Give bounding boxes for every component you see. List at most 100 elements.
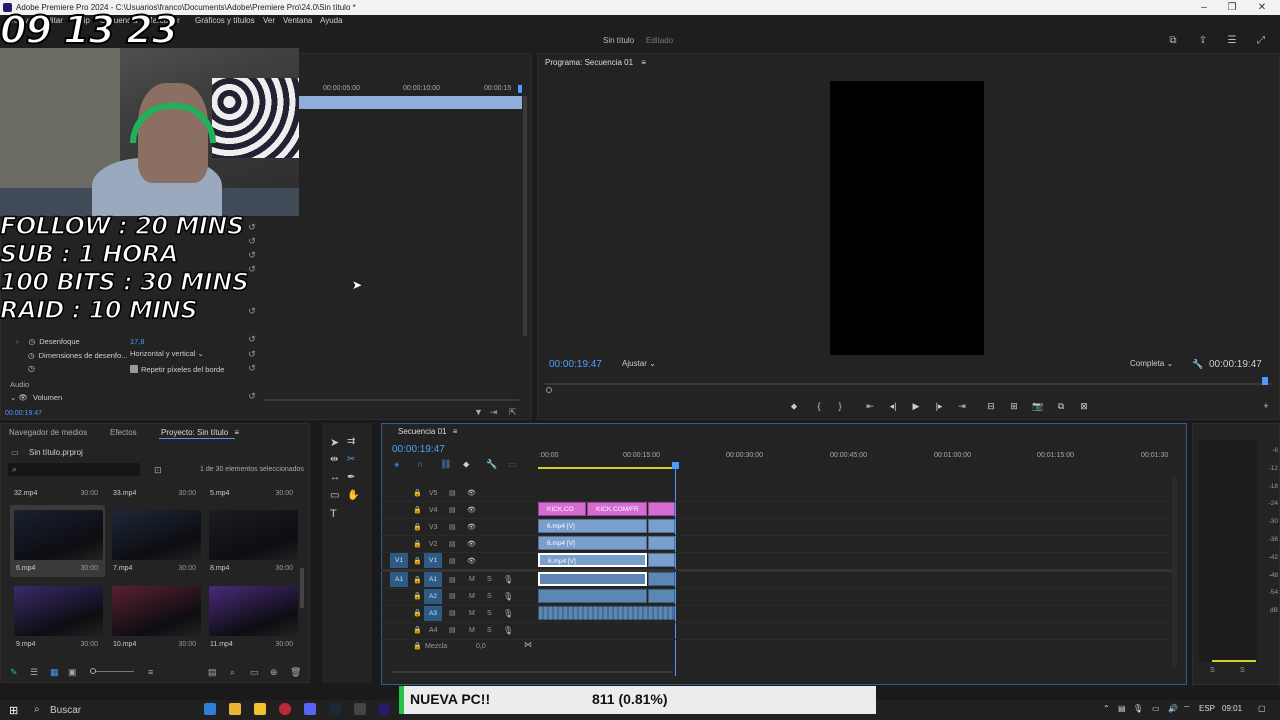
new-item-icon[interactable]: ⊕ — [270, 667, 278, 678]
selection-tool-icon[interactable]: ➤ — [330, 436, 339, 449]
resolution-dropdown[interactable]: Completa ⌄ — [1130, 359, 1173, 368]
project-item-thumbnail[interactable] — [14, 586, 103, 636]
clip-v4-end[interactable] — [648, 502, 675, 516]
clip-v1[interactable]: 6.mp4 [V] — [538, 553, 647, 567]
project-item-thumbnail[interactable] — [112, 510, 201, 560]
source-patch-v1[interactable]: V1 — [390, 553, 408, 568]
program-monitor-tab[interactable]: Programa: Secuencia 01 ≡ — [545, 58, 646, 67]
list-view-icon[interactable]: ☰ — [30, 667, 38, 678]
app-icon[interactable] — [354, 703, 366, 715]
compare-view-icon[interactable]: ⧉ — [1053, 400, 1069, 412]
solo-left-button[interactable]: S — [1210, 667, 1215, 674]
captions-icon[interactable]: ▭ — [508, 459, 517, 470]
razor-tool-icon[interactable]: ✂ — [347, 454, 355, 465]
mic-tray-icon[interactable]: 🎙 — [1133, 704, 1143, 713]
eye-icon[interactable]: 👁 — [467, 523, 476, 531]
track-target-a1[interactable]: A1 — [424, 572, 442, 587]
stopwatch-icon[interactable]: ◷ — [28, 351, 35, 360]
automate-icon[interactable]: ▤ — [208, 667, 217, 678]
clip-v3[interactable]: 6.mp4 [V] — [538, 519, 647, 533]
restore-icon[interactable]: ❐ — [1224, 1, 1240, 14]
notifications-icon[interactable]: ▢ — [1258, 704, 1266, 713]
go-to-in-icon[interactable]: ⇤ — [862, 400, 878, 412]
panel-menu-icon[interactable]: ≡ — [234, 428, 239, 437]
project-search-input[interactable]: ⌕ — [8, 463, 140, 476]
lock-icon[interactable]: 🔒 — [413, 557, 422, 565]
tray-chevron-icon[interactable]: ⌃ — [1103, 704, 1110, 713]
mute-button[interactable]: M — [469, 610, 475, 617]
program-playhead[interactable] — [1262, 377, 1268, 385]
clip-v2[interactable]: 6.mp4 [V] — [538, 536, 647, 550]
taskbar-clock[interactable]: 09:01 — [1222, 704, 1242, 713]
microphone-icon[interactable]: 🎙 — [503, 575, 513, 584]
source-patch-a1[interactable]: A1 — [390, 572, 408, 587]
stopwatch-icon[interactable]: ◷ — [29, 337, 36, 346]
nest-icon[interactable]: ⚹ — [394, 459, 399, 470]
ec-timecode[interactable]: 00:00:19:47 — [5, 410, 42, 417]
eye-icon[interactable]: 👁 — [467, 557, 476, 565]
tab-media-browser[interactable]: Navegador de medios — [9, 428, 87, 437]
sync-icon[interactable]: ▤ — [449, 557, 456, 565]
multicam-icon[interactable]: ⊠ — [1076, 400, 1092, 412]
solo-button[interactable]: S — [487, 576, 492, 583]
clip-v1-end[interactable] — [648, 553, 675, 567]
mix-value[interactable]: 0,0 — [476, 643, 486, 650]
edge-icon[interactable] — [204, 703, 216, 715]
slider-handle[interactable] — [90, 668, 96, 674]
sort-icon[interactable]: ≡ — [148, 667, 153, 677]
speaker-icon[interactable]: 🔊 — [1168, 704, 1178, 713]
effect-scrollbar[interactable] — [523, 96, 527, 336]
reset-icon[interactable]: ↺ — [247, 391, 257, 401]
program-video-frame[interactable] — [830, 81, 984, 355]
repeat-edge-checkbox[interactable] — [130, 365, 138, 373]
clip-a1[interactable] — [538, 572, 647, 586]
clip-a3-waveform[interactable] — [538, 606, 675, 620]
insert-icon[interactable]: ⊟ — [983, 400, 999, 412]
mute-button[interactable]: M — [469, 593, 475, 600]
type-tool-icon[interactable]: T — [330, 508, 337, 520]
discord-icon[interactable] — [304, 703, 316, 715]
sync-icon[interactable]: ▤ — [449, 523, 456, 531]
track-target-v1[interactable]: V1 — [424, 553, 442, 568]
project-item-thumbnail[interactable] — [112, 586, 201, 636]
clip-v4-kick-fr[interactable]: KICK.COM/FR — [587, 502, 647, 516]
step-icon[interactable]: ⇥ — [490, 407, 498, 418]
expand-arrow-icon[interactable]: ⌄ — [10, 393, 16, 402]
clip-a1-end[interactable] — [648, 572, 675, 586]
slip-tool-icon[interactable]: ↔ — [330, 472, 340, 483]
opera-icon[interactable] — [279, 703, 291, 715]
eye-icon[interactable]: 👁 — [467, 489, 476, 497]
reset-icon[interactable]: ↺ — [247, 334, 257, 344]
file-explorer-icon[interactable] — [229, 703, 241, 715]
hand-tool-icon[interactable]: ✋ — [347, 490, 359, 501]
display-icon[interactable]: ▭ — [1152, 704, 1160, 713]
find-icon[interactable]: ⌕ — [230, 667, 235, 678]
microphone-icon[interactable]: 🎙 — [503, 609, 513, 618]
lock-icon[interactable]: 🔒 — [413, 642, 422, 650]
share-icon[interactable]: ⇪ — [1196, 35, 1210, 47]
add-button-icon[interactable]: + — [1258, 400, 1274, 412]
wrench-icon[interactable]: 🔧 — [1192, 359, 1203, 370]
timeline-playhead-head[interactable] — [672, 462, 679, 469]
stopwatch-icon[interactable]: ◷ — [28, 364, 35, 373]
timeline-horizontal-scrollbar[interactable] — [391, 671, 673, 673]
export-icon[interactable]: ⇱ — [509, 407, 517, 418]
sync-icon[interactable]: ▤ — [449, 626, 456, 634]
source-playhead[interactable] — [518, 85, 522, 93]
go-to-out-icon[interactable]: ⇥ — [954, 400, 970, 412]
rectangle-tool-icon[interactable]: ▭ — [330, 490, 339, 501]
microphone-icon[interactable]: 🎙 — [503, 592, 513, 601]
new-bin-icon[interactable]: ⊡ — [154, 465, 162, 476]
trash-icon[interactable]: 🗑 — [290, 667, 301, 678]
eye-icon[interactable]: 👁 — [467, 506, 476, 514]
clip-v4-kick[interactable]: KICK.CO — [538, 502, 586, 516]
premiere-taskbar-icon[interactable] — [378, 703, 390, 715]
reset-icon[interactable]: ↺ — [247, 349, 257, 359]
filter-icon[interactable]: ▼ — [474, 407, 483, 417]
fullscreen-icon[interactable]: ⤢ — [1254, 35, 1268, 47]
mix-expand-icon[interactable]: ⋈ — [524, 640, 532, 649]
tab-effects[interactable]: Efectos — [110, 428, 137, 437]
pen-tool-icon[interactable]: ✒ — [347, 472, 355, 483]
workspaces-icon[interactable]: ⧉ — [1166, 35, 1180, 47]
reset-icon[interactable]: ↺ — [247, 363, 257, 373]
